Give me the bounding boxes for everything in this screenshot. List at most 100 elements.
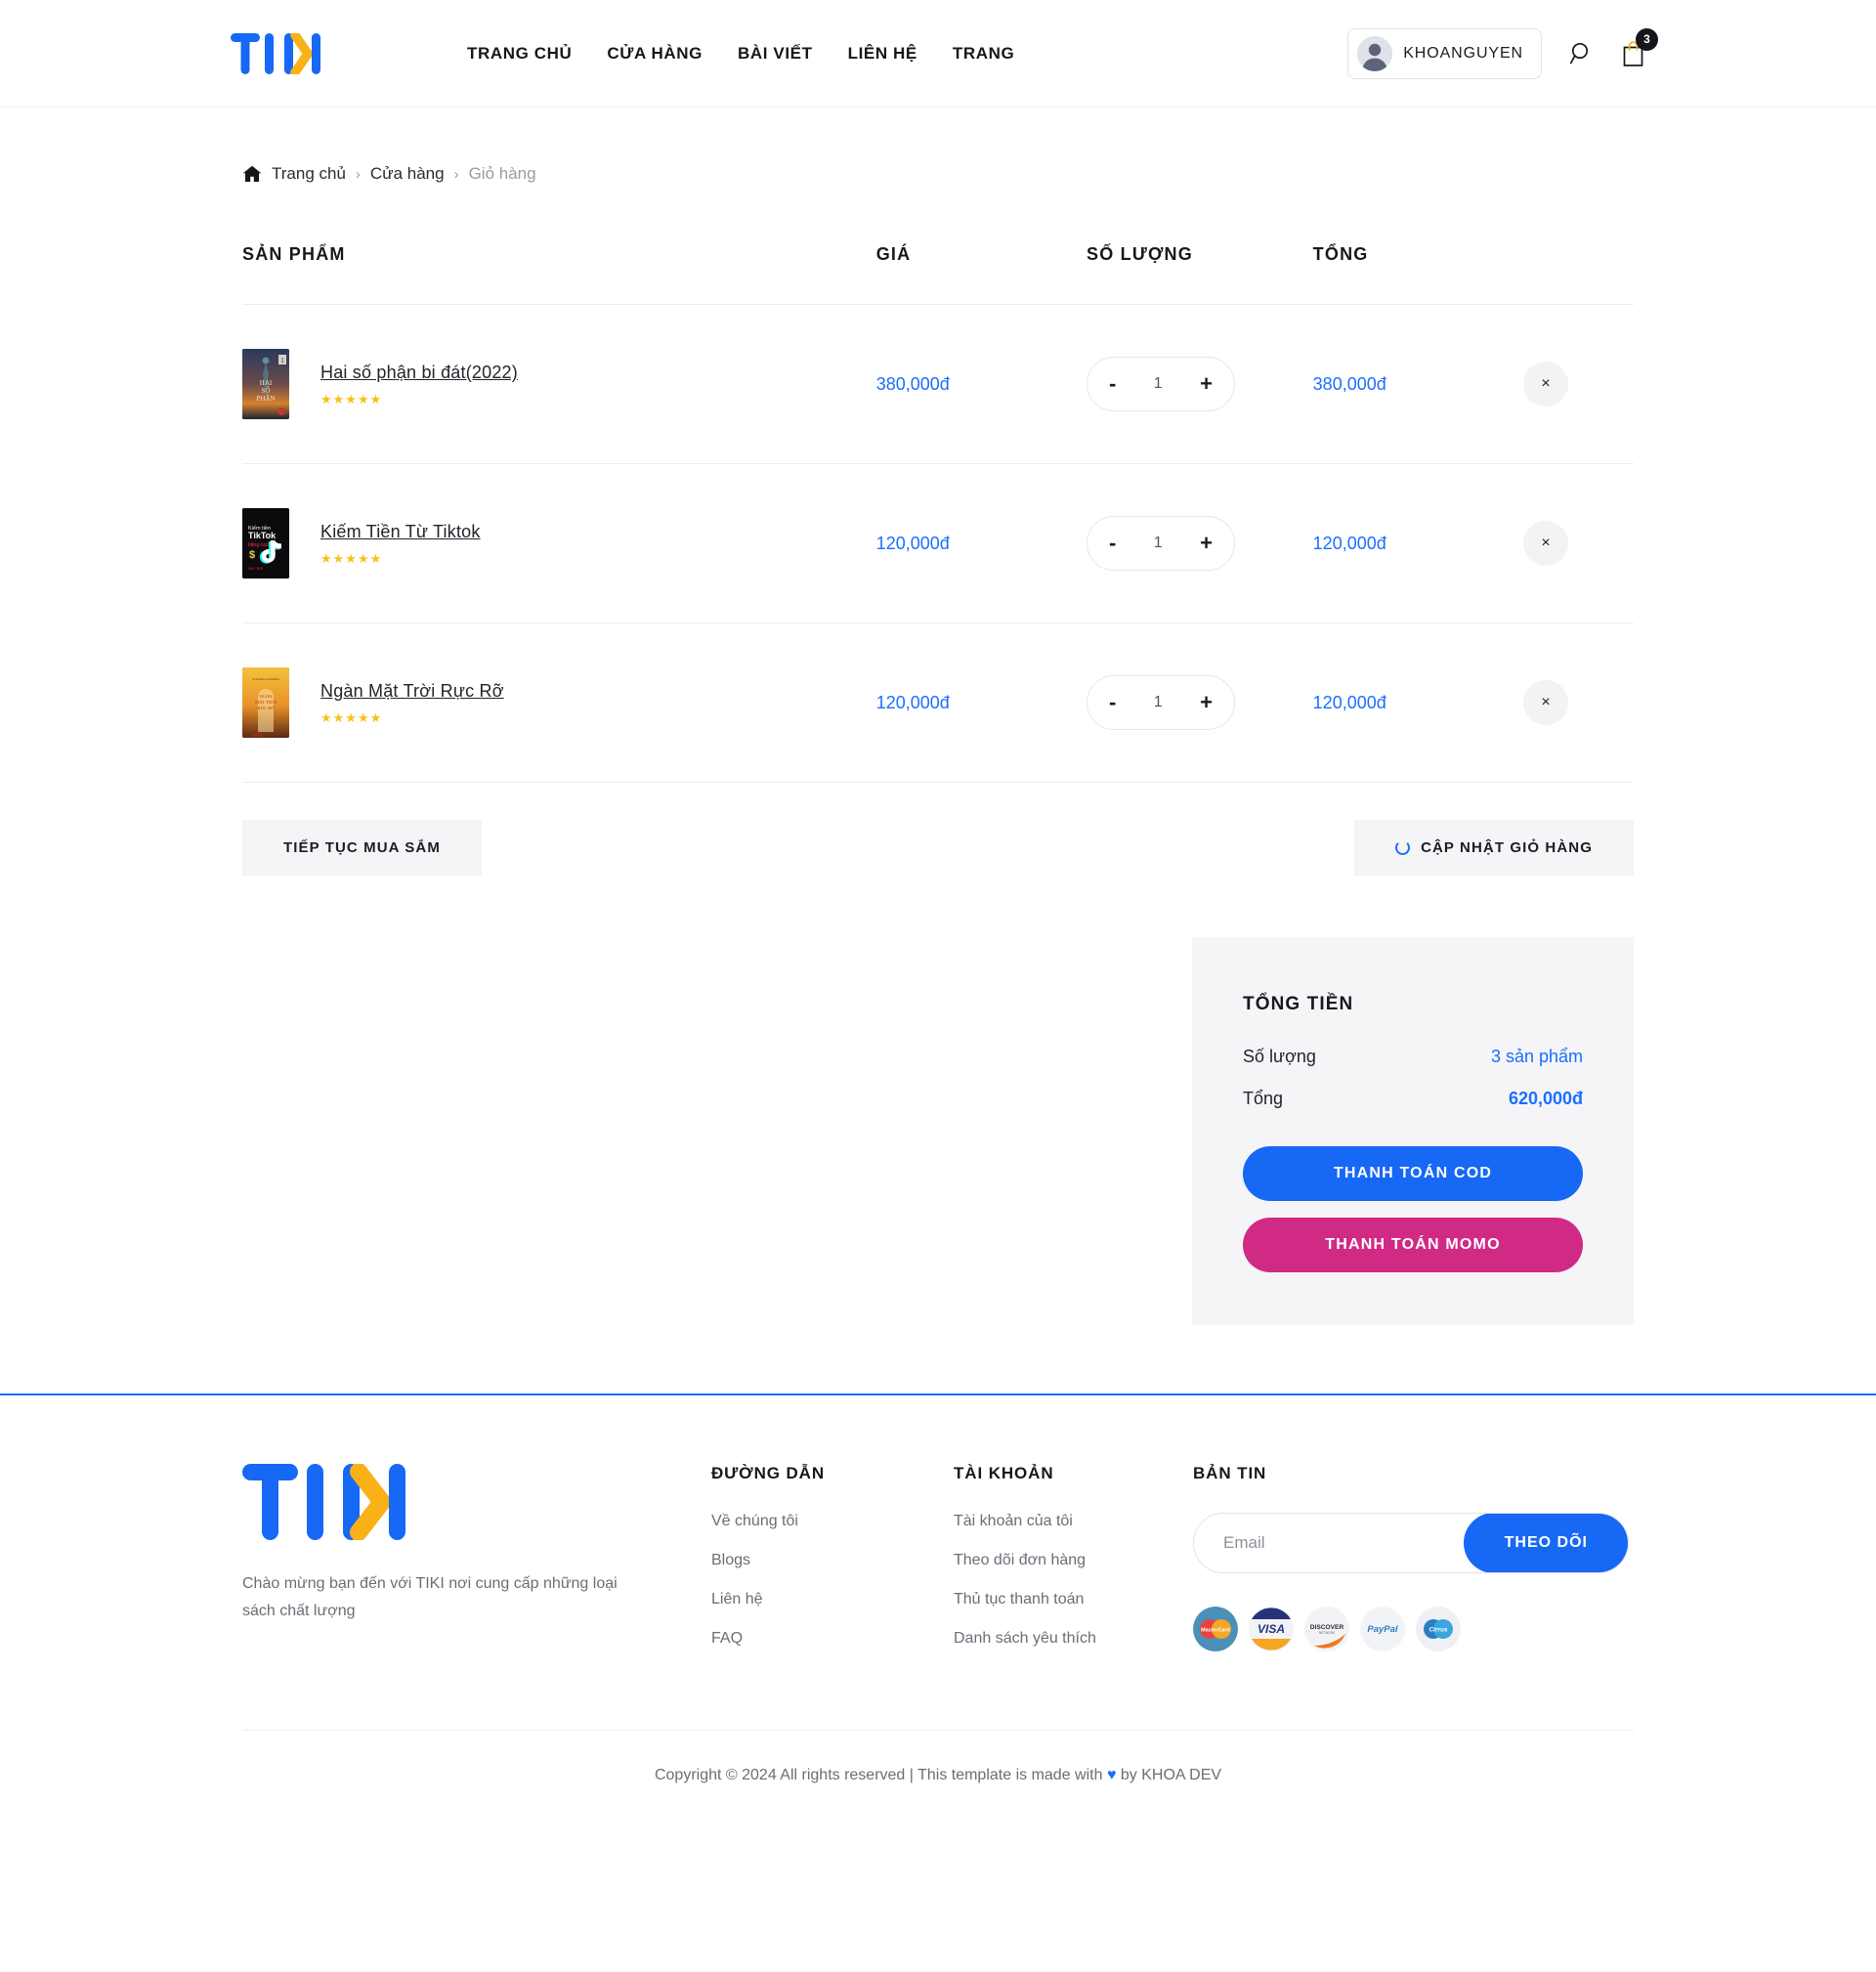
quantity-cell: - + (1087, 464, 1313, 623)
quantity-increment-button[interactable]: + (1198, 373, 1215, 395)
product-title-link[interactable]: Kiếm Tiền Từ Tiktok (320, 522, 481, 542)
column-header-quantity: SỐ LƯỢNG (1087, 244, 1193, 264)
svg-text:HAI: HAI (260, 379, 273, 387)
quantity-decrement-button[interactable]: - (1107, 533, 1118, 554)
copyright-text-pre: Copyright © 2024 All rights reserved | T… (654, 1767, 1107, 1783)
footer-link-tai-khoan-cua-toi[interactable]: Tài khoản của tôi (954, 1513, 1193, 1530)
svg-text:PHẬN: PHẬN (256, 395, 275, 403)
user-name-label: KHOANGUYEN (1403, 44, 1523, 62)
quantity-decrement-button[interactable]: - (1107, 373, 1118, 395)
site-footer: Chào mừng bạn đến với TIKI nơi cung cấp … (0, 1393, 1876, 1823)
svg-text:$: $ (249, 549, 255, 561)
paypal-icon: PayPal (1360, 1607, 1405, 1651)
nav-item-trang[interactable]: TRANG (953, 44, 1014, 64)
nav-item-lien-he[interactable]: LIÊN HỆ (848, 44, 917, 64)
quantity-cell: - + (1087, 623, 1313, 783)
product-cell: Kiếm tiền TikTok bằng cách nào $ 10 tỉ -… (242, 464, 876, 623)
tiktok-book-cover-icon: Kiếm tiền TikTok bằng cách nào $ 10 tỉ -… (242, 508, 289, 579)
remove-item-button[interactable]: × (1522, 521, 1568, 566)
golden-sun-book-cover-icon: KHALED HOSSEINI NGÀN MẶT TRỜI RỰC RỠ (242, 667, 289, 738)
footer-link-faq[interactable]: FAQ (711, 1630, 954, 1648)
tiki-logo-icon (231, 32, 320, 74)
site-header: TRANG CHỦ CỬA HÀNG BÀI VIẾT LIÊN HỆ TRAN… (0, 0, 1876, 107)
column-header-price: GIÁ (875, 244, 912, 264)
update-cart-button[interactable]: CẬP NHẬT GIỎ HÀNG (1354, 820, 1634, 876)
statue-of-liberty-book-cover-icon: 1 HAI SỐ PHẬN (242, 349, 289, 419)
user-account-chip[interactable]: KHOANGUYEN (1347, 27, 1542, 79)
nav-item-trang-chu[interactable]: TRANG CHỦ (467, 44, 572, 64)
totals-total-label: Tổng (1243, 1089, 1284, 1108)
footer-link-ve-chung-toi[interactable]: Về chúng tôi (711, 1513, 954, 1530)
svg-text:KHALED HOSSEINI: KHALED HOSSEINI (252, 677, 278, 681)
continue-shopping-button[interactable]: TIẾP TỤC MUA SẮM (242, 820, 482, 876)
footer-link-thu-tuc-thanh-toan[interactable]: Thủ tục thanh toán (954, 1591, 1193, 1608)
heart-icon: ♥ (1106, 1767, 1117, 1783)
product-title-link[interactable]: Ngàn Mặt Trời Rực Rỡ (320, 681, 504, 702)
svg-text:SỐ: SỐ (262, 387, 271, 395)
payment-methods: MasterCard VISA DISCOVER NETWORK PayPal … (1193, 1607, 1634, 1651)
visa-icon: VISA (1249, 1607, 1294, 1651)
tiki-logo-icon (242, 1463, 405, 1541)
footer-newsletter-title: BẢN TIN (1193, 1464, 1267, 1482)
breadcrumb: Trang chủ › Cửa hàng › Giỏ hàng (0, 107, 1876, 184)
cart-totals-card: TỔNG TIỀN Số lượng 3 sản phẩm Tổng 620,0… (1192, 937, 1634, 1325)
product-line-total: 120,000đ (1312, 533, 1386, 553)
home-icon (242, 165, 262, 182)
product-rating-stars: ★★★★★ (320, 710, 383, 725)
footer-columns: Chào mừng bạn đến với TIKI nơi cung cấp … (242, 1463, 1634, 1669)
breadcrumb-separator-1: › (355, 165, 361, 183)
svg-text:10 tỉ - 50 tỉ: 10 tỉ - 50 tỉ (248, 567, 263, 571)
checkout-cod-button[interactable]: THANH TOÁN COD (1243, 1146, 1583, 1201)
footer-copyright: Copyright © 2024 All rights reserved | T… (242, 1730, 1634, 1823)
footer-links-title: ĐƯỜNG DẪN (711, 1464, 826, 1482)
quantity-input[interactable] (1138, 694, 1178, 711)
quantity-stepper[interactable]: - + (1087, 516, 1236, 571)
footer-logo[interactable] (242, 1463, 410, 1544)
nav-item-cua-hang[interactable]: CỬA HÀNG (607, 44, 703, 64)
page-root: TRANG CHỦ CỬA HÀNG BÀI VIẾT LIÊN HỆ TRAN… (0, 0, 1876, 1823)
newsletter-subscribe-button[interactable]: THEO DÕI (1463, 1514, 1628, 1572)
newsletter-email-input[interactable] (1223, 1533, 1464, 1553)
quantity-input[interactable] (1138, 535, 1178, 552)
product-price: 120,000đ (875, 692, 950, 712)
mastercard-icon: MasterCard (1193, 1607, 1238, 1651)
breadcrumb-item-trang-chu[interactable]: Trang chủ (272, 164, 346, 184)
breadcrumb-separator-2: › (453, 165, 459, 183)
svg-text:VISA: VISA (1258, 1622, 1285, 1636)
search-icon (1569, 42, 1589, 64)
cart-button[interactable]: 3 (1621, 27, 1658, 67)
quantity-stepper[interactable]: - + (1087, 357, 1236, 411)
footer-tagline: Chào mừng bạn đến với TIKI nơi cung cấp … (242, 1575, 618, 1619)
product-title-link[interactable]: Hai số phận bi đát(2022) (320, 363, 518, 383)
footer-account-title: TÀI KHOẢN (954, 1464, 1054, 1482)
breadcrumb-item-cua-hang[interactable]: Cửa hàng (370, 164, 445, 184)
quantity-increment-button[interactable]: + (1198, 533, 1215, 554)
footer-link-danh-sach-yeu-thich[interactable]: Danh sách yêu thích (954, 1630, 1193, 1648)
totals-total-row: Tổng 620,000đ (1243, 1089, 1583, 1109)
footer-newsletter-column: BẢN TIN THEO DÕI MasterCard (1193, 1464, 1634, 1669)
nav-item-bai-viet[interactable]: BÀI VIẾT (738, 44, 813, 64)
svg-text:Cirrus: Cirrus (1429, 1627, 1448, 1634)
checkout-momo-button[interactable]: THANH TOÁN MOMO (1243, 1218, 1583, 1272)
remove-item-button[interactable]: × (1522, 362, 1568, 407)
quantity-input[interactable] (1138, 375, 1178, 393)
footer-brand-column: Chào mừng bạn đến với TIKI nơi cung cấp … (242, 1463, 711, 1669)
footer-link-theo-doi-don-hang[interactable]: Theo dõi đơn hàng (954, 1552, 1193, 1569)
cart-section: SẢN PHẨM GIÁ SỐ LƯỢNG TỔNG 1 HAI SỐ PHẬN… (0, 184, 1876, 876)
update-cart-label: CẬP NHẬT GIỎ HÀNG (1421, 839, 1593, 856)
totals-quantity-value: 3 sản phẩm (1490, 1047, 1583, 1066)
svg-text:MasterCard: MasterCard (1201, 1628, 1230, 1634)
footer-link-lien-he[interactable]: Liên hệ (711, 1591, 954, 1608)
cirrus-icon: Cirrus (1416, 1607, 1461, 1651)
quantity-decrement-button[interactable]: - (1107, 692, 1118, 713)
footer-links-column: ĐƯỜNG DẪN Về chúng tôi Blogs Liên hệ FAQ (711, 1464, 954, 1669)
table-row: KHALED HOSSEINI NGÀN MẶT TRỜI RỰC RỠ Ngà… (242, 622, 1634, 783)
site-logo[interactable] (231, 32, 320, 74)
svg-text:RỰC RỠ: RỰC RỠ (257, 706, 275, 710)
quantity-stepper[interactable]: - + (1087, 675, 1236, 730)
footer-link-blogs[interactable]: Blogs (711, 1552, 954, 1569)
search-button[interactable] (1569, 41, 1594, 65)
quantity-increment-button[interactable]: + (1198, 692, 1215, 713)
remove-item-button[interactable]: × (1522, 680, 1568, 725)
product-rating-stars: ★★★★★ (320, 551, 383, 566)
